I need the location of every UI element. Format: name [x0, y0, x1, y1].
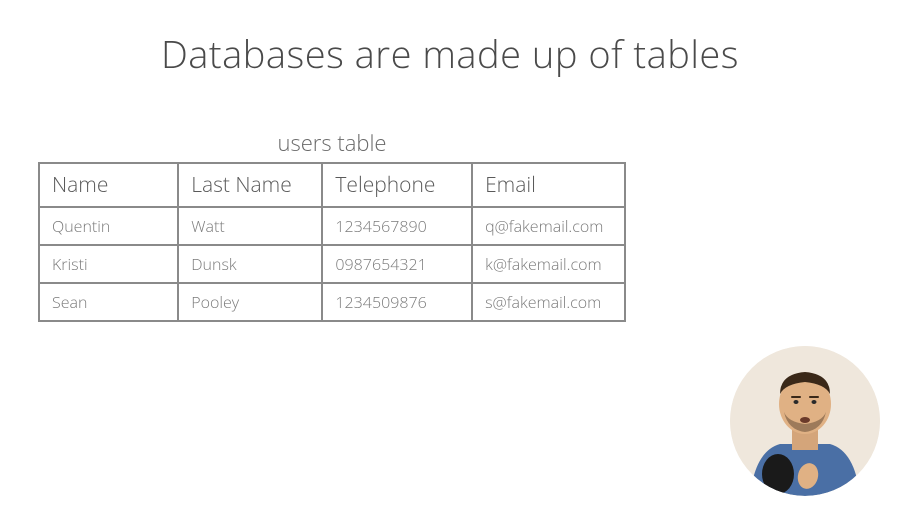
users-table: Name Last Name Telephone Email Quentin W…	[38, 162, 626, 322]
table-header-telephone: Telephone	[322, 163, 472, 207]
cell-telephone: 1234509876	[322, 283, 472, 321]
table-row: Kristi Dunsk 0987654321 k@fakemail.com	[39, 245, 625, 283]
cell-name: Sean	[39, 283, 178, 321]
cell-telephone: 0987654321	[322, 245, 472, 283]
cell-email: q@fakemail.com	[472, 207, 625, 245]
cell-lastname: Watt	[178, 207, 322, 245]
cell-email: s@fakemail.com	[472, 283, 625, 321]
cell-lastname: Pooley	[178, 283, 322, 321]
slide-title: Databases are made up of tables	[0, 0, 900, 80]
table-header-lastname: Last Name	[178, 163, 322, 207]
table-header-name: Name	[39, 163, 178, 207]
table-header-row: Name Last Name Telephone Email	[39, 163, 625, 207]
cell-telephone: 1234567890	[322, 207, 472, 245]
cell-email: k@fakemail.com	[472, 245, 625, 283]
table-header-email: Email	[472, 163, 625, 207]
table-row: Quentin Watt 1234567890 q@fakemail.com	[39, 207, 625, 245]
cell-lastname: Dunsk	[178, 245, 322, 283]
table-label: users table	[38, 128, 626, 158]
presenter-webcam	[730, 346, 880, 496]
cell-name: Quentin	[39, 207, 178, 245]
cell-name: Kristi	[39, 245, 178, 283]
table-row: Sean Pooley 1234509876 s@fakemail.com	[39, 283, 625, 321]
